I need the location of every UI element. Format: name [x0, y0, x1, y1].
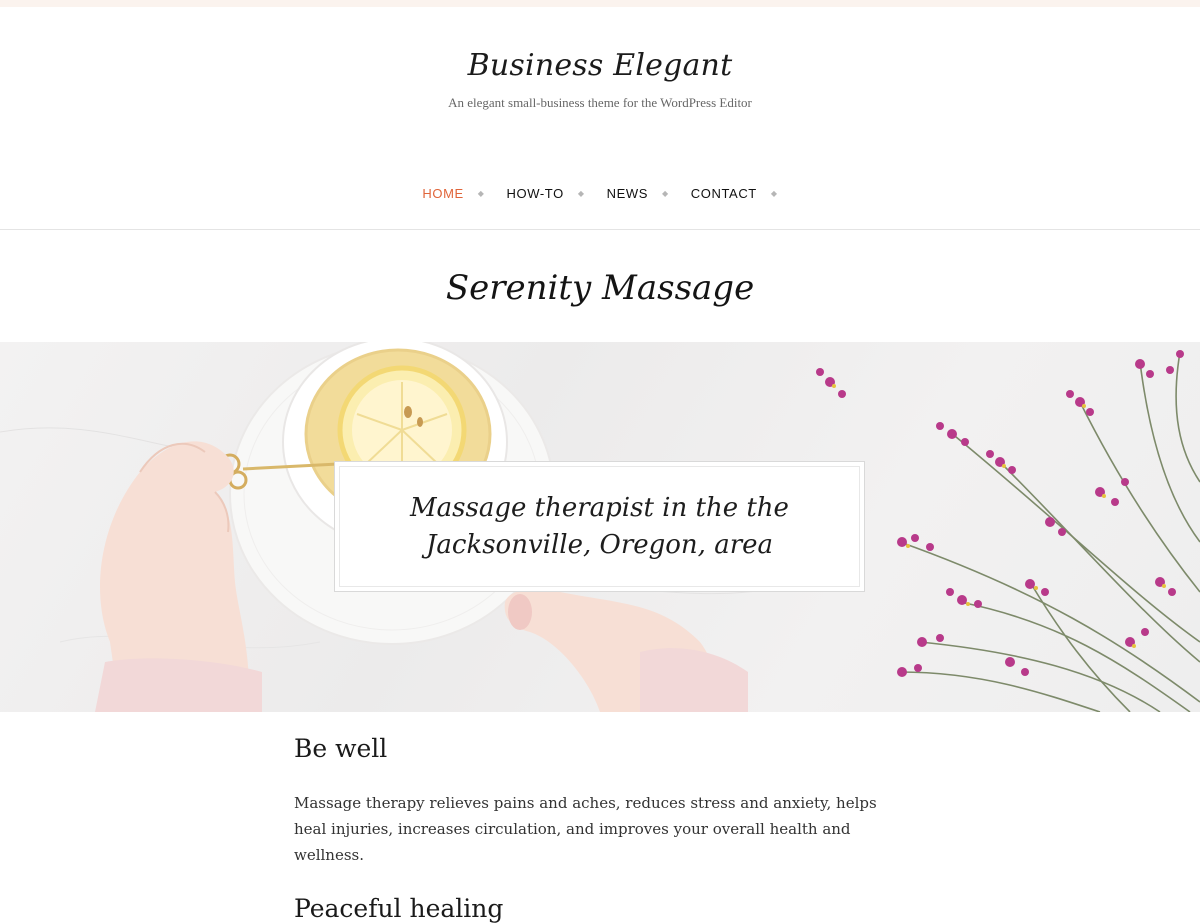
hero-caption: Massage therapist in the the Jacksonvill… — [410, 492, 789, 560]
hero-caption-card: Massage therapist in the the Jacksonvill… — [334, 461, 865, 592]
nav-item-how-to: HOW-TO ◆ — [507, 186, 585, 201]
header-divider — [0, 229, 1200, 230]
page-content: Be well Massage therapy relieves pains a… — [294, 734, 906, 923]
nav-link-how-to[interactable]: HOW-TO — [507, 186, 564, 201]
nav-link-news[interactable]: NEWS — [607, 186, 648, 201]
site-title[interactable]: Business Elegant — [0, 48, 1200, 83]
nav-link-home[interactable]: HOME — [422, 186, 463, 201]
hero-caption-frame: Massage therapist in the the Jacksonvill… — [339, 466, 860, 587]
section-heading-be-well: Be well — [294, 734, 388, 763]
diamond-icon: ◆ — [477, 188, 485, 198]
section-heading-peaceful-healing: Peaceful healing — [294, 894, 504, 923]
nav-link-contact[interactable]: CONTACT — [691, 186, 757, 201]
nav-item-contact: CONTACT ◆ — [691, 186, 778, 201]
diamond-icon: ◆ — [662, 188, 669, 198]
diamond-icon: ◆ — [577, 188, 585, 198]
page-title: Serenity Massage — [445, 268, 755, 308]
diamond-icon: ◆ — [770, 188, 778, 198]
nav-item-news: NEWS ◆ — [607, 186, 669, 201]
primary-navigation: HOME ◆ HOW-TO ◆ NEWS ◆ CONTACT ◆ — [0, 183, 1200, 203]
top-accent-bar — [0, 0, 1200, 7]
nav-item-home: HOME ◆ — [422, 186, 484, 201]
site-tagline: An elegant small-business theme for the … — [448, 95, 752, 110]
section-body-be-well: Massage therapy relieves pains and aches… — [294, 794, 877, 864]
